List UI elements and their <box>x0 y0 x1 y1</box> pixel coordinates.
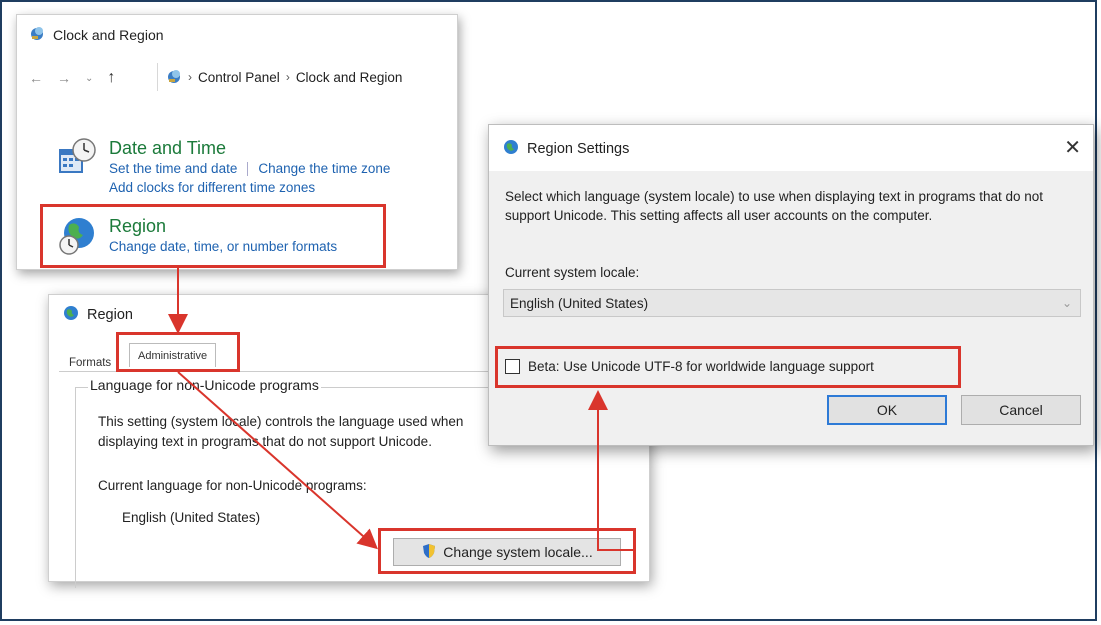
date-and-time-category: Date and Time Set the time and date Chan… <box>57 137 390 197</box>
ok-button[interactable]: OK <box>827 395 947 425</box>
locale-description: This setting (system locale) controls th… <box>98 414 464 449</box>
breadcrumb-separator: › <box>188 70 192 84</box>
group-title: Language for non-Unicode programs <box>88 377 321 393</box>
change-time-zone-link[interactable]: Change the time zone <box>258 159 390 178</box>
set-time-and-date-link[interactable]: Set the time and date <box>109 159 237 178</box>
date-and-time-title[interactable]: Date and Time <box>109 137 390 159</box>
tab-formats[interactable]: Formats <box>63 353 117 373</box>
dialog-title-bar: Region <box>63 305 133 325</box>
highlight-beta-option <box>495 346 961 388</box>
forward-arrow-icon[interactable]: → <box>57 70 71 86</box>
breadcrumb-control-panel[interactable]: Control Panel <box>198 70 280 85</box>
highlight-administrative-tab <box>116 332 240 372</box>
region-settings-dialog: Region Settings ✕ Select which language … <box>488 124 1094 446</box>
clock-calendar-icon <box>57 137 97 177</box>
window-title-bar: Clock and Region <box>29 25 164 44</box>
globe-icon <box>503 139 519 159</box>
window-title: Clock and Region <box>53 26 164 43</box>
link-divider <box>247 161 249 176</box>
current-language-label: Current language for non-Unicode program… <box>98 478 367 493</box>
globe-icon <box>63 305 79 325</box>
recent-dropdown-icon[interactable]: ⌄ <box>85 73 93 84</box>
highlight-change-locale-button <box>378 528 636 574</box>
current-locale-label: Current system locale: <box>505 265 640 280</box>
current-language-value: English (United States) <box>122 510 261 525</box>
add-clocks-link[interactable]: Add clocks for different time zones <box>109 178 390 197</box>
close-icon[interactable]: ✕ <box>1064 135 1081 160</box>
back-arrow-icon[interactable]: ← <box>29 70 43 86</box>
dialog-title-row: Region Settings <box>503 139 629 159</box>
system-locale-select[interactable]: English (United States) ⌄ <box>503 289 1081 317</box>
control-panel-icon <box>29 25 45 44</box>
settings-description: Select which language (system locale) to… <box>505 189 1044 223</box>
control-panel-icon <box>166 68 182 87</box>
system-locale-value: English (United States) <box>510 295 649 311</box>
address-bar[interactable]: › Control Panel › Clock and Region <box>157 63 457 91</box>
cancel-button[interactable]: Cancel <box>961 395 1081 425</box>
breadcrumb-clock-and-region[interactable]: Clock and Region <box>296 70 403 85</box>
chevron-down-icon: ⌄ <box>1061 296 1072 310</box>
highlight-region-link <box>40 204 386 268</box>
navigation-bar: ← → ⌄ ↑ <box>29 69 115 87</box>
dialog-title: Region Settings <box>527 141 630 157</box>
dialog-title: Region <box>87 307 133 323</box>
breadcrumb-separator: › <box>285 70 290 84</box>
up-arrow-icon[interactable]: ↑ <box>107 69 115 87</box>
